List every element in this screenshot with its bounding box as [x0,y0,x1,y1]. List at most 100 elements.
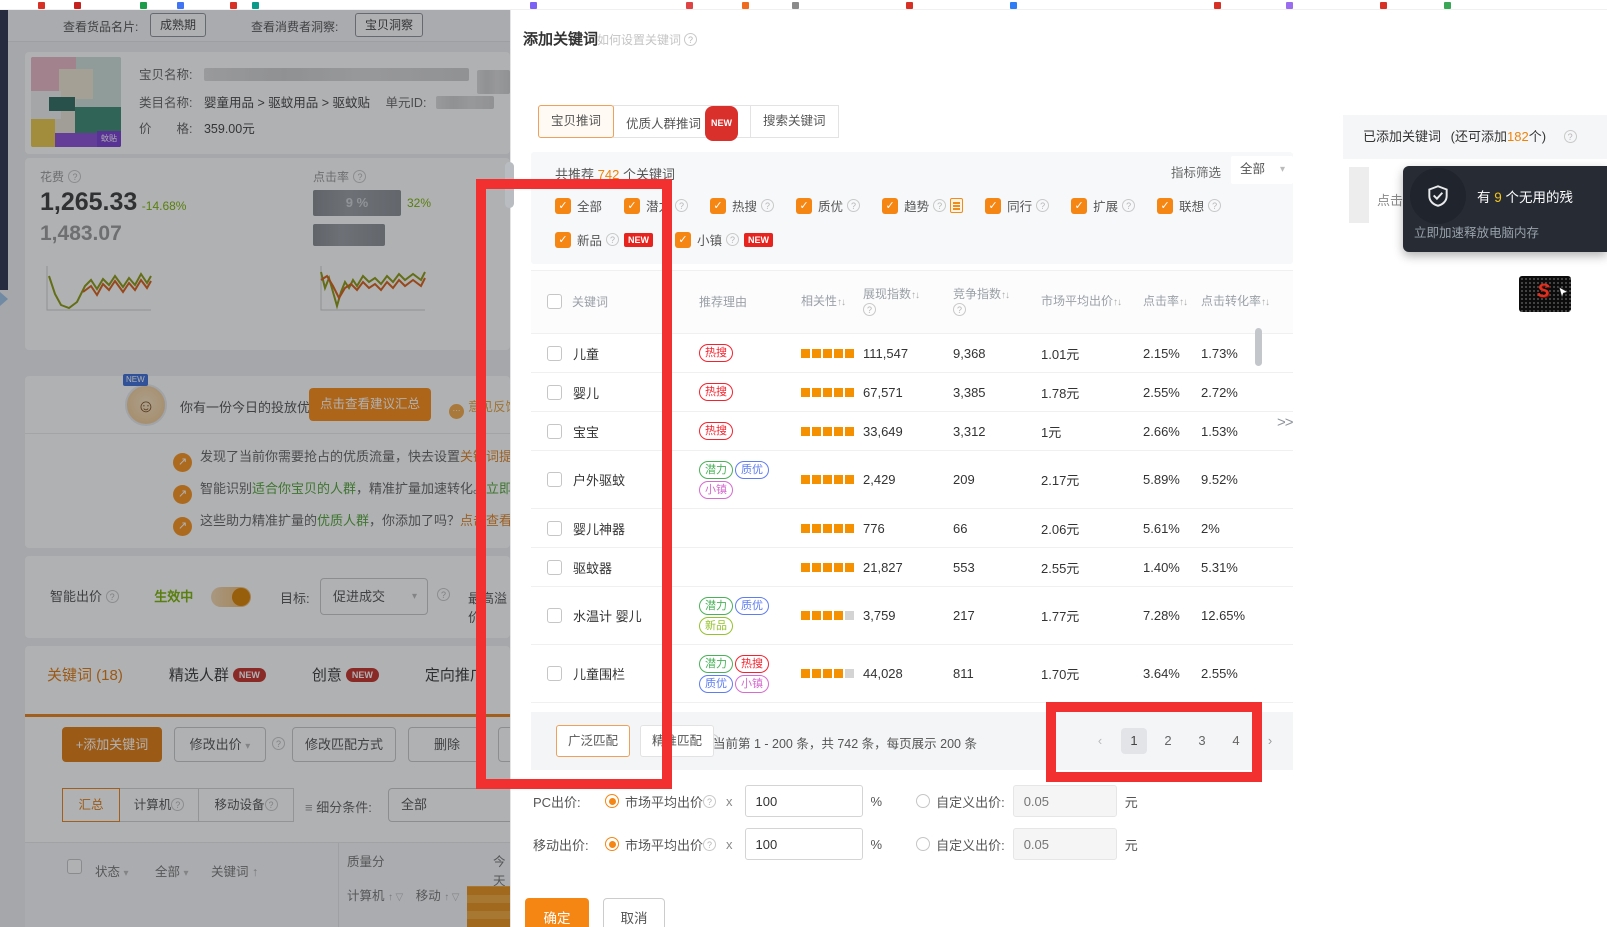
impression-cell: 33,649 [863,424,953,439]
help-icon[interactable]: ? [863,303,876,316]
column-header[interactable]: 点击转化率↑↓ [1201,294,1285,310]
reason-cell: 潜力质优小镇 [699,460,795,500]
help-icon[interactable]: ? [726,233,739,246]
added-keywords-gutter [1349,167,1369,223]
browser-favicon[interactable] [1214,2,1221,9]
cvr-cell: 9.52% [1201,472,1285,487]
filter-checkbox[interactable]: ✓扩展? [1071,196,1135,215]
help-icon[interactable]: ? [1036,199,1049,212]
column-header[interactable]: 推荐理由 [699,295,801,310]
modal-subtitle[interactable]: 如何设置关键词? [597,31,697,48]
browser-favicon[interactable] [177,2,184,9]
help-icon[interactable]: ? [1564,130,1577,143]
cancel-button[interactable]: 取消 [603,898,665,927]
relevance-cell [801,666,863,681]
s-app-icon[interactable]: S [1519,276,1571,312]
competition-cell: 9,368 [953,346,1041,361]
sort-icon[interactable]: ↑↓ [911,290,919,301]
checked-checkbox-icon: ✓ [1071,198,1087,214]
filter-checkbox[interactable]: ✓联想? [1157,196,1221,215]
modal-tab[interactable]: 宝贝推词 [538,105,614,138]
help-icon[interactable]: ? [761,199,774,212]
column-header[interactable]: 展现指数↑↓? [863,287,953,318]
sort-icon[interactable]: ↑↓ [1179,297,1187,308]
browser-favicon[interactable] [230,2,237,9]
custom-bid-radio[interactable] [916,794,930,808]
reason-tag: 潜力 [699,597,733,615]
bid-label: PC出价: [533,792,605,811]
cvr-cell: 5.31% [1201,560,1285,575]
avg-bid-cell: 2.06元 [1041,519,1143,538]
custom-bid-input[interactable] [1013,785,1117,817]
sort-icon[interactable]: ↑↓ [1261,297,1269,308]
browser-favicon[interactable] [38,2,45,9]
filter-checkbox[interactable]: ✓趋势? [882,196,963,215]
sort-icon[interactable]: ↑↓ [1001,290,1009,301]
metric-filter-select[interactable]: 全部 ▾ [1231,156,1293,184]
browser-favicon[interactable] [906,2,913,9]
browser-favicon[interactable] [140,2,147,9]
browser-favicon[interactable] [742,2,749,9]
expand-panel-icon[interactable]: >> [1277,414,1293,431]
help-icon[interactable]: ? [675,199,688,212]
bid-percent-input[interactable] [745,828,863,860]
cvr-cell: 2.55% [1201,666,1285,681]
mobile-bid-row: 移动出价:市场平均出价?x%自定义出价:元 [533,828,1138,860]
help-icon[interactable]: ? [953,303,966,316]
pc-bid-row: PC出价:市场平均出价?x%自定义出价:元 [533,785,1138,817]
help-icon[interactable]: ? [703,838,716,851]
browser-favicon[interactable] [74,2,81,9]
column-header[interactable]: 相关性↑↓ [801,294,863,310]
reason-tag: 潜力 [699,461,733,479]
browser-favicon[interactable] [1444,2,1451,9]
confirm-button[interactable]: 确定 [525,898,589,927]
help-icon[interactable]: ? [1122,199,1135,212]
checked-checkbox-icon: ✓ [675,232,691,248]
custom-bid-radio[interactable] [916,837,930,851]
help-icon[interactable]: ? [703,795,716,808]
modal-tab[interactable]: 优质人群推词NEW [613,105,751,138]
custom-bid-input[interactable] [1013,828,1117,860]
modal-dim-overlay [0,10,510,927]
screen: 查看货品名片: 成熟期 查看消费者洞察: 宝贝洞察 蚊贴 宝贝名称: [0,0,1607,927]
impression-cell: 111,547 [863,346,953,361]
filter-checkbox[interactable]: ✓同行? [985,196,1049,215]
reason-tag: 质优 [735,461,769,479]
browser-favicon[interactable] [252,2,259,9]
browser-favicon[interactable] [792,2,799,9]
help-icon[interactable]: ? [933,199,946,212]
system-cleaner-popup[interactable]: 有 9 个无用的残 立即加速释放电脑内存 [1403,166,1607,252]
avg-bid-cell: 1.70元 [1041,664,1143,683]
browser-bookmarks-strip [0,0,1607,10]
market-bid-radio[interactable] [605,837,619,851]
competition-cell: 3,385 [953,385,1041,400]
modal-tab[interactable]: 搜索关键词 [750,105,839,138]
column-header[interactable]: 市场平均出价↑↓ [1041,294,1143,310]
filter-checkbox[interactable]: ✓热搜? [710,196,774,215]
annotation-rectangle-pagination [1046,702,1262,782]
column-header[interactable]: 竞争指数↑↓? [953,287,1041,318]
browser-favicon[interactable] [1380,2,1387,9]
help-icon[interactable]: ? [1208,199,1221,212]
bid-percent-input[interactable] [745,785,863,817]
sort-icon[interactable]: ↑↓ [1113,297,1121,308]
help-icon[interactable]: ? [847,199,860,212]
impression-cell: 44,028 [863,666,953,681]
browser-favicon[interactable] [1010,2,1017,9]
browser-favicon[interactable] [530,2,537,9]
popup-action-link[interactable]: 立即加速释放电脑内存 [1414,222,1539,241]
filter-checkbox[interactable]: ✓质优? [796,196,860,215]
checked-checkbox-icon: ✓ [1157,198,1173,214]
filter-checkbox[interactable]: ✓小镇?NEW [675,230,773,249]
reason-cell: 热搜 [699,343,795,363]
market-bid-radio[interactable] [605,794,619,808]
avg-bid-cell: 2.17元 [1041,470,1143,489]
cvr-cell: 12.65% [1201,608,1285,623]
browser-favicon[interactable] [686,2,693,9]
table-scrollbar-thumb[interactable] [1255,328,1262,366]
sort-icon[interactable]: ↑↓ [837,297,845,308]
browser-favicon[interactable] [1286,2,1293,9]
reason-cell: 潜力质优新品 [699,596,795,636]
checked-checkbox-icon: ✓ [710,198,726,214]
column-header[interactable]: 点击率↑↓ [1143,294,1201,310]
